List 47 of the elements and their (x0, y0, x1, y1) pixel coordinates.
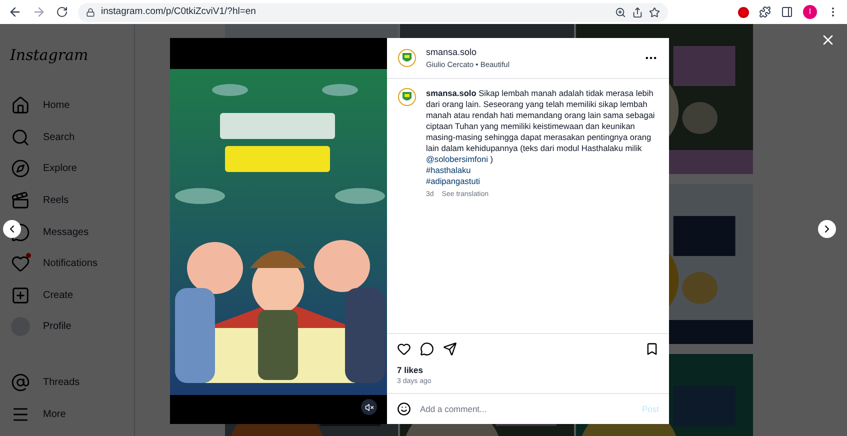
back-icon[interactable] (8, 5, 22, 19)
like-icon[interactable] (397, 342, 411, 356)
plus-square-icon (11, 286, 30, 305)
caption-text: smansa.solo Sikap lembah manah adalah tidak merasa lebih dari orang lain. Seseorang yang telah memiliki sikap lembah manah atau rendah hati memandang orang lain sama sebagai ciptaan Tuhan yang memiliki keistimewaan dan keunikan masing-masing sehingga dapat merasakan pentingnya orang lain dalam kehidupannya (teks dari modul Hasthalaku milik @solobersimfoni ) (426, 88, 656, 165)
mention-link[interactable]: @solobersimfoni (426, 154, 488, 164)
instagram-logo[interactable]: Instagram (4, 24, 130, 90)
clapperboard-icon (11, 191, 30, 210)
forward-icon[interactable] (32, 5, 46, 19)
lock-icon (86, 8, 95, 16)
address-bar[interactable]: instagram.com/p/C0tkiZcviV1/?hl=en (78, 2, 668, 22)
nav-item[interactable]: Reels (43, 193, 69, 208)
at-sign-icon (11, 373, 30, 392)
nav-item[interactable]: Home (43, 98, 70, 114)
hashtag-link[interactable]: #hasthalaku (426, 165, 471, 176)
reload-icon[interactable] (56, 6, 68, 18)
puzzle-icon[interactable] (759, 6, 771, 18)
zoom-icon[interactable] (615, 6, 626, 18)
heart-icon (11, 254, 30, 274)
nav-item[interactable]: Threads (43, 375, 80, 390)
bookmark-icon[interactable] (645, 342, 659, 356)
share-icon[interactable] (632, 6, 643, 18)
nav-item[interactable]: Notifications (43, 256, 98, 272)
profile-button[interactable]: I (803, 5, 817, 19)
compass-icon (11, 159, 30, 178)
nav-item[interactable]: More (43, 406, 66, 422)
emoji-icon[interactable] (397, 402, 411, 416)
username[interactable]: smansa.solo (426, 46, 634, 60)
star-icon[interactable] (649, 6, 660, 18)
nav-item[interactable]: Messages (43, 224, 89, 240)
nav-item[interactable]: Search (43, 130, 75, 145)
extension-icon[interactable] (738, 6, 749, 18)
comment-field[interactable]: Add a comment... (420, 402, 633, 416)
previous-button[interactable] (3, 220, 21, 238)
likes-count[interactable]: 7 likes (397, 364, 659, 376)
school-logo-icon[interactable] (398, 88, 416, 106)
nav-item[interactable]: Profile (43, 319, 72, 334)
home-icon (11, 96, 30, 116)
school-logo-icon[interactable] (398, 49, 416, 67)
nav-item[interactable]: Create (43, 288, 74, 303)
share-icon[interactable] (443, 342, 457, 356)
side-panel-icon[interactable] (781, 6, 793, 18)
search-icon (11, 128, 30, 147)
speech-bubble-icon (11, 222, 30, 242)
hashtag-link[interactable]: #adipangastuti (426, 176, 480, 187)
next-button[interactable] (818, 220, 836, 238)
nav-item[interactable]: Explore (43, 161, 77, 176)
comment-icon[interactable] (420, 342, 434, 356)
